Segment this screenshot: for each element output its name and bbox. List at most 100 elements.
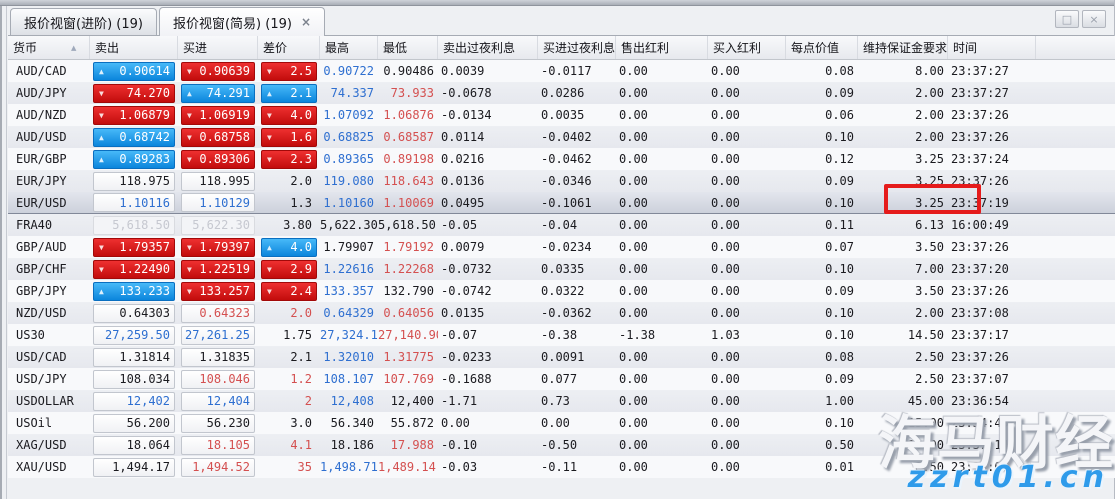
table-row-XAU/USD[interactable]: XAU/USD 1,494.17 1,494.52 35 1,498.71 1,489.1… [8, 456, 1115, 478]
column-header-currency[interactable]: 货币 ▲ [8, 36, 90, 59]
sell-price-cell[interactable]: 27,259.50 [93, 325, 175, 345]
sell-price-cell[interactable]: 56.200 [93, 413, 175, 433]
buy-price-cell[interactable]: 1.31835 [181, 347, 255, 367]
buy-price-cell[interactable]: ▼ 0.90639 [181, 61, 255, 81]
column-header-margin[interactable]: 维持保证金要求 [858, 36, 948, 59]
close-window-button[interactable]: × [1082, 10, 1106, 28]
sell-price-cell[interactable]: ▲ 0.68742 [93, 127, 175, 147]
column-header-sell[interactable]: 卖出 [90, 36, 178, 59]
buy-price-cell[interactable]: ▲ 74.291 [181, 83, 255, 103]
table-row-AUD/JPY[interactable]: AUD/JPY ▼ 74.270 ▲ 74.291 ▲ 2.1 74.337 73.933 -0.… [8, 82, 1115, 104]
buy-price-cell[interactable]: ▼ 1.79397 [181, 237, 255, 257]
buy-dividend: 0.00 [711, 195, 740, 210]
buy-price-cell[interactable]: ▼ 0.68758 [181, 127, 255, 147]
tab-quote-simple[interactable]: 报价视窗(简易) (19) × [158, 7, 325, 36]
column-header-spread[interactable]: 差价 [258, 36, 320, 59]
column-header-sell_swap[interactable]: 卖出过夜利息 [438, 36, 538, 59]
spread-value: 2.0 [290, 174, 312, 188]
table-row-US30[interactable]: US30 27,259.50 27,261.25 1.75 27,324.1027,14… [8, 324, 1115, 346]
sell-price-value: 0.68742 [119, 130, 170, 144]
column-header-buy[interactable]: 买进 [178, 36, 258, 59]
buy-price-cell[interactable]: 5,622.30 [181, 215, 255, 235]
quote-time: 23:37:17 [951, 328, 1009, 342]
spread-price-cell[interactable]: ▲ 4.0 [261, 237, 317, 257]
table-row-AUD/NZD[interactable]: AUD/NZD ▼ 1.06879 ▼ 1.06919 ▼ 4.0 1.07092 1.0687… [8, 104, 1115, 126]
buy-price-cell[interactable]: 1,494.52 [181, 457, 255, 477]
spread-value: 2.0 [290, 306, 312, 320]
arrow-up-icon: ▲ [187, 88, 192, 98]
column-header-high[interactable]: 最高 [320, 36, 378, 59]
table-row-NZD/USD[interactable]: NZD/USD 0.64303 0.64323 2.0 0.64329 0.64056 0.… [8, 302, 1115, 324]
sell-price-cell[interactable]: 5,618.50 [93, 215, 175, 235]
buy-price-cell[interactable]: 56.230 [181, 413, 255, 433]
sell-price-cell[interactable]: 0.64303 [93, 303, 175, 323]
sell-price-cell[interactable]: ▼ 1.06879 [93, 105, 175, 125]
sell-price-cell[interactable]: 118.975 [93, 171, 175, 191]
high-value: 0.68825 [323, 130, 374, 144]
tab-quote-advanced[interactable]: 报价视窗(进阶) (19) [10, 8, 157, 35]
buy-overnight-interest: -0.0462 [541, 152, 592, 166]
spread-price-cell[interactable]: ▼ 2.9 [261, 259, 317, 279]
column-header-buy_div[interactable]: 买入红利 [708, 36, 786, 59]
table-row-GBP/CHF[interactable]: GBP/CHF ▼ 1.22490 ▼ 1.22519 ▼ 2.9 1.22616 1.2226… [8, 258, 1115, 280]
sell-price-cell[interactable]: ▲ 133.233 [93, 281, 175, 301]
low-value: 1.06876 [383, 108, 434, 122]
buy-price-cell[interactable]: 27,261.25 [181, 325, 255, 345]
column-header-point_value[interactable]: 每点价值 [786, 36, 858, 59]
buy-price-cell[interactable]: 0.64323 [181, 303, 255, 323]
buy-price-cell[interactable]: 108.046 [181, 369, 255, 389]
sell-price-cell[interactable]: 18.064 [93, 435, 175, 455]
column-header-time[interactable]: 时间 [948, 36, 1036, 59]
table-row-GBP/AUD[interactable]: GBP/AUD ▼ 1.79357 ▼ 1.79397 ▲ 4.0 1.79907 1.7919… [8, 236, 1115, 258]
table-row-EUR/GBP[interactable]: EUR/GBP ▲ 0.89283 ▼ 0.89306 ▼ 2.3 0.89365 0.8919… [8, 148, 1115, 170]
spread-price-cell[interactable]: ▼ 2.4 [261, 281, 317, 301]
buy-price-cell[interactable]: 118.995 [181, 171, 255, 191]
buy-price-cell[interactable]: 18.105 [181, 435, 255, 455]
column-header-buy_swap[interactable]: 买进过夜利息 [538, 36, 616, 59]
low-value: 17.988 [390, 438, 434, 452]
maintenance-margin: 45.00 [907, 394, 944, 408]
sell-price-cell[interactable]: 1.10116 [93, 193, 175, 212]
buy-price-cell[interactable]: ▼ 1.06919 [181, 105, 255, 125]
buy-price-cell[interactable]: 1.10129 [181, 193, 255, 212]
table-row-USDOLLAR[interactable]: USDOLLAR 12,402 12,404 2 12,408 12,400 -1.71 0.… [8, 390, 1115, 412]
table-row-USD/JPY[interactable]: USD/JPY 108.034 108.046 1.2 108.107 107.769 -0… [8, 368, 1115, 390]
table-row-XAG/USD[interactable]: XAG/USD 18.064 18.105 4.1 18.186 17.988 -0.10 -… [8, 434, 1115, 456]
sell-price-cell[interactable]: ▼ 1.22490 [93, 259, 175, 279]
window-left-edge [0, 6, 7, 499]
column-header-low[interactable]: 最低 [378, 36, 438, 59]
spread-price-cell[interactable]: ▼ 4.0 [261, 105, 317, 125]
spread-price-cell[interactable]: ▲ 2.1 [261, 83, 317, 103]
table-row-AUD/CAD[interactable]: AUD/CAD ▲ 0.90614 ▼ 0.90639 ▼ 2.5 0.90722 0.9048… [8, 60, 1115, 82]
sell-price-cell[interactable]: ▼ 1.79357 [93, 237, 175, 257]
spread-value: 3.80 [283, 218, 312, 232]
maintenance-margin: 2.00 [915, 306, 944, 320]
buy-price-cell[interactable]: ▼ 1.22519 [181, 259, 255, 279]
sell-price-cell[interactable]: ▲ 0.89283 [93, 149, 175, 169]
sell-price-cell[interactable]: ▼ 74.270 [93, 83, 175, 103]
spread-price-cell[interactable]: ▼ 2.3 [261, 149, 317, 169]
buy-price-cell[interactable]: ▼ 133.257 [181, 281, 255, 301]
table-row-AUD/USD[interactable]: AUD/USD ▲ 0.68742 ▼ 0.68758 ▼ 1.6 0.68825 0.6858… [8, 126, 1115, 148]
sell-price-cell[interactable]: 1,494.17 [93, 457, 175, 477]
buy-price-value: 1,494.52 [192, 460, 250, 474]
maintenance-margin: 3.25 [915, 152, 944, 166]
buy-price-cell[interactable]: ▼ 0.89306 [181, 149, 255, 169]
buy-price-cell[interactable]: 12,404 [181, 391, 255, 411]
table-row-USD/CAD[interactable]: USD/CAD 1.31814 1.31835 2.1 1.32010 1.31775 -0… [8, 346, 1115, 368]
tab-close-icon[interactable]: × [301, 15, 311, 29]
table-row-GBP/JPY[interactable]: GBP/JPY ▲ 133.233 ▼ 133.257 ▼ 2.4 133.357 132.79… [8, 280, 1115, 302]
sell-price-cell[interactable]: 108.034 [93, 369, 175, 389]
spread-price-cell[interactable]: ▼ 2.5 [261, 61, 317, 81]
sell-price-cell[interactable]: 12,402 [93, 391, 175, 411]
high-value: 108.107 [323, 372, 374, 386]
spread-price-cell[interactable]: ▼ 1.6 [261, 127, 317, 147]
sell-price-cell[interactable]: ▲ 0.90614 [93, 61, 175, 81]
column-header-sell_div[interactable]: 售出红利 [616, 36, 708, 59]
point-value: 0.10 [825, 328, 854, 342]
table-row-USOil[interactable]: USOil 56.200 56.230 3.0 56.340 55.872 0.00 0.00… [8, 412, 1115, 434]
maintenance-margin: 2.50 [915, 372, 944, 386]
restore-window-button[interactable]: □ [1055, 10, 1079, 28]
sell-price-cell[interactable]: 1.31814 [93, 347, 175, 367]
table-row-FRA40[interactable]: FRA40 5,618.50 5,622.30 3.80 5,622.30 5,618.5… [8, 214, 1115, 236]
